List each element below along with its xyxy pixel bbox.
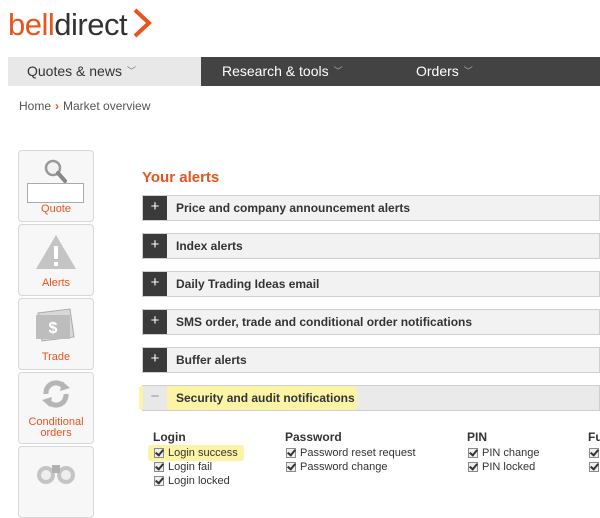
sidebar-conditional-orders[interactable]: Conditional orders <box>18 372 94 444</box>
accordion-buffer-alerts[interactable]: + Buffer alerts <box>142 347 600 373</box>
logo-bell-text: bell <box>8 6 55 42</box>
checkbox-password-change[interactable]: Password change <box>286 460 387 474</box>
accordion-daily-trading-ideas[interactable]: + Daily Trading Ideas email <box>142 271 600 297</box>
checkbox-checked-icon[interactable] <box>286 448 296 458</box>
checkbox-checked-icon[interactable] <box>468 448 478 458</box>
sidebar-conditional-line2: orders <box>40 427 72 439</box>
belldirect-logo[interactable]: belldirect <box>8 4 155 44</box>
main-nav: Quotes & news ﹀ Research & tools ﹀ Orders ﹀ <box>8 57 600 86</box>
breadcrumb-current: Market overview <box>63 99 151 113</box>
svg-text:$: $ <box>49 320 58 337</box>
alerts-title: Your alerts <box>142 169 220 186</box>
expand-plus-icon[interactable]: + <box>143 310 167 334</box>
checkbox-label: Login fail <box>168 461 213 473</box>
accordion-index-alerts[interactable]: + Index alerts <box>142 233 600 259</box>
checkbox-password-reset[interactable]: Password reset request <box>286 446 416 460</box>
checkbox-label: Login locked <box>168 475 230 487</box>
sidebar-quote[interactable]: Quote <box>18 150 94 222</box>
breadcrumb-separator-icon: › <box>55 99 60 113</box>
accordion-price-alerts[interactable]: + Price and company announcement alerts <box>142 195 600 221</box>
accordion-label: Price and company announcement alerts <box>176 201 411 215</box>
column-password-title: Password <box>285 430 342 444</box>
refresh-icon <box>19 377 93 419</box>
expand-plus-icon[interactable]: + <box>143 348 167 372</box>
dollar-note-icon: $ <box>19 305 93 347</box>
checkbox-label: PIN locked <box>482 461 536 473</box>
accordion-label: Daily Trading Ideas email <box>176 277 320 291</box>
checkbox-login-success[interactable]: Login success <box>154 446 238 460</box>
nav-orders[interactable]: Orders ﹀ <box>416 57 473 86</box>
nav-research-tools[interactable]: Research & tools ﹀ <box>222 57 343 86</box>
breadcrumb-home[interactable]: Home <box>19 99 51 113</box>
accordion-label: Index alerts <box>176 239 243 253</box>
nav-orders-label: Orders <box>416 63 459 79</box>
checkbox-fu-1[interactable] <box>589 446 600 460</box>
sidebar-alerts[interactable]: Alerts <box>18 224 94 296</box>
warning-icon <box>19 231 93 273</box>
accordion-sms-notifications[interactable]: + SMS order, trade and conditional order… <box>142 309 600 335</box>
checkbox-checked-icon[interactable] <box>589 462 599 472</box>
column-pin-title: PIN <box>467 430 488 444</box>
logo-direct-text: direct <box>54 6 128 42</box>
nav-quotes-news[interactable]: Quotes & news ﹀ <box>8 57 201 86</box>
expand-plus-icon[interactable]: + <box>143 196 167 220</box>
sidebar-alerts-label: Alerts <box>41 277 71 289</box>
sidebar-trade-label: Trade <box>41 351 71 363</box>
chevron-down-icon: ﹀ <box>126 66 136 76</box>
sidebar-conditional-label: Conditional orders <box>19 417 93 439</box>
sidebar-trade[interactable]: $ Trade <box>18 298 94 370</box>
quote-code-input[interactable] <box>27 183 84 203</box>
column-login-title: Login <box>153 430 186 444</box>
sidebar-research[interactable] <box>18 446 94 518</box>
expand-plus-icon[interactable]: + <box>143 272 167 296</box>
nav-quotes-label: Quotes & news <box>27 63 122 79</box>
sidebar-quote-label: Quote <box>41 203 71 215</box>
accordion-label: SMS order, trade and conditional order n… <box>176 315 473 329</box>
checkbox-checked-icon[interactable] <box>154 448 164 458</box>
accordion-label: Buffer alerts <box>176 353 247 367</box>
collapse-minus-icon[interactable]: − <box>143 386 167 410</box>
breadcrumb: Home › Market overview <box>19 99 150 113</box>
checkbox-checked-icon[interactable] <box>154 462 164 472</box>
expand-plus-icon[interactable]: + <box>143 234 167 258</box>
checkbox-label: Password reset request <box>300 447 416 459</box>
checkbox-checked-icon[interactable] <box>468 462 478 472</box>
checkbox-checked-icon[interactable] <box>154 476 164 486</box>
checkbox-pin-change[interactable]: PIN change <box>468 446 539 460</box>
nav-research-label: Research & tools <box>222 63 329 79</box>
checkbox-login-fail[interactable]: Login fail <box>154 460 212 474</box>
column-fu-title: Fu <box>588 430 600 444</box>
chevron-down-icon: ﹀ <box>333 66 343 76</box>
checkbox-login-locked[interactable]: Login locked <box>154 474 230 488</box>
checkbox-label: PIN change <box>482 447 540 459</box>
chevron-down-icon: ﹀ <box>463 66 473 76</box>
accordion-label: Security and audit notifications <box>176 391 355 405</box>
checkbox-checked-icon[interactable] <box>286 462 296 472</box>
binoculars-icon <box>19 455 93 497</box>
checkbox-label: Login success <box>168 447 238 459</box>
accordion-security-audit[interactable]: − Security and audit notifications <box>139 385 600 411</box>
logo-chevron-icon <box>133 8 153 38</box>
checkbox-fu-2[interactable] <box>589 460 600 474</box>
checkbox-checked-icon[interactable] <box>589 448 599 458</box>
checkbox-label: Password change <box>300 461 388 473</box>
checkbox-pin-locked[interactable]: PIN locked <box>468 460 535 474</box>
